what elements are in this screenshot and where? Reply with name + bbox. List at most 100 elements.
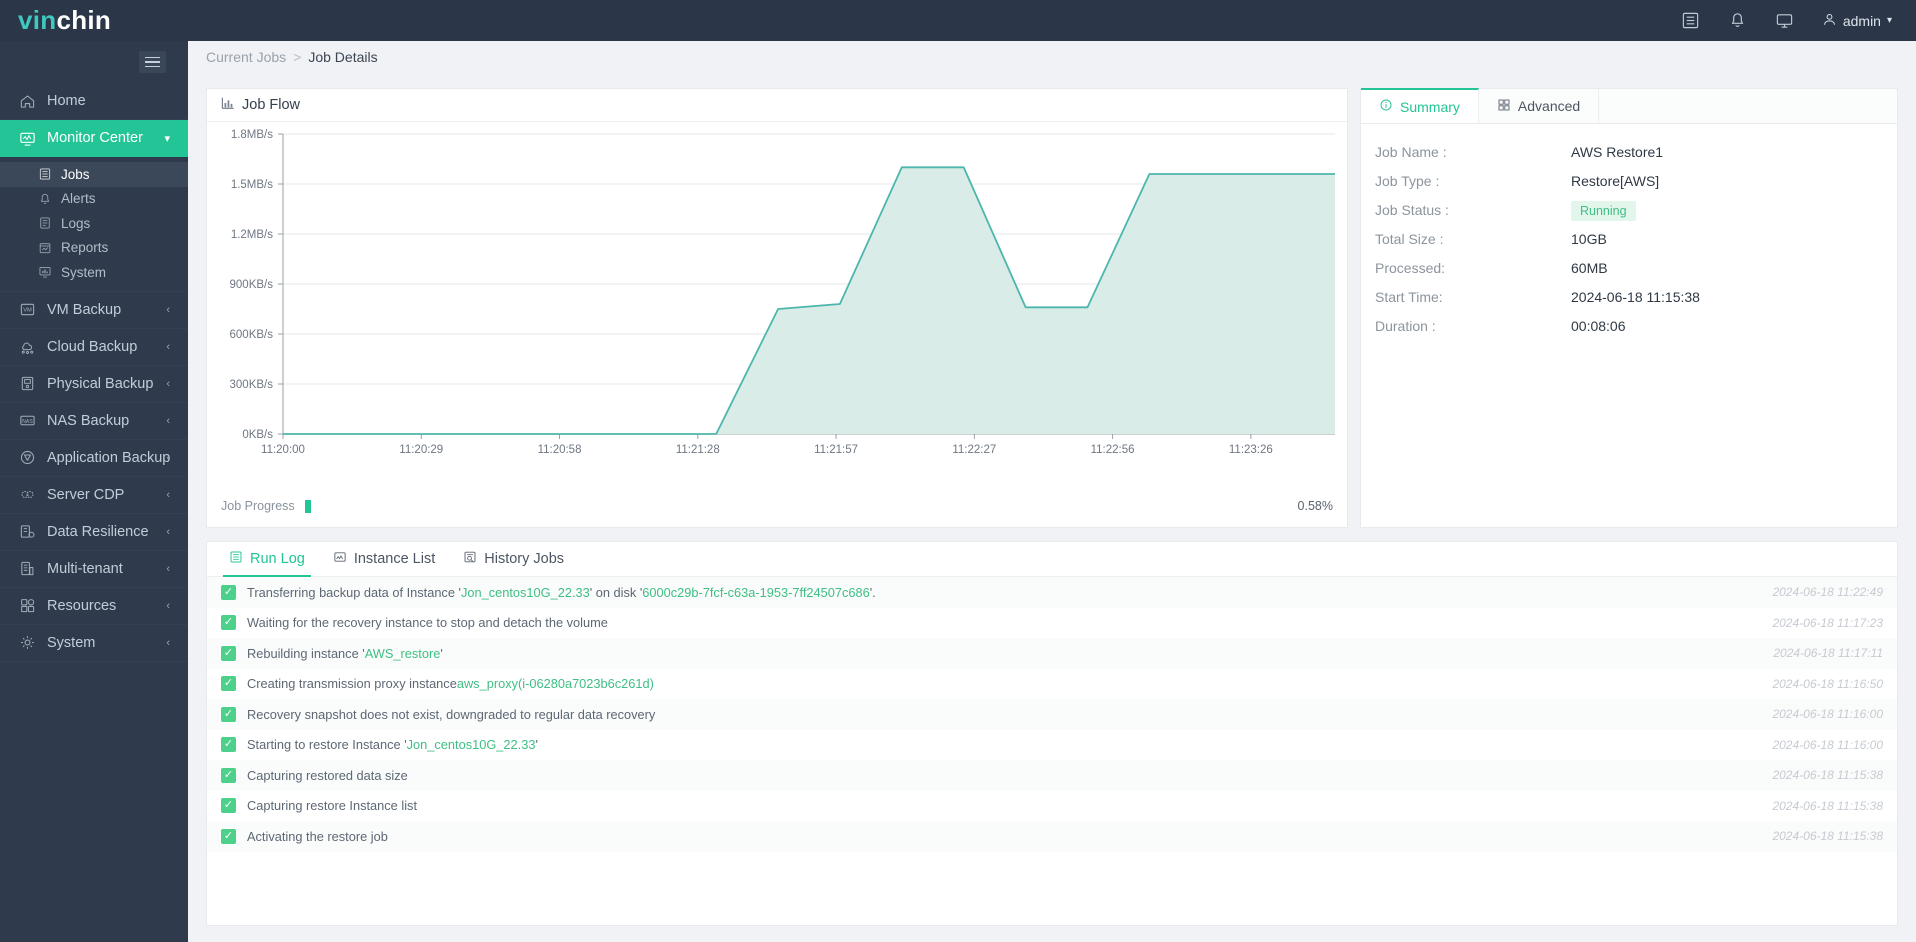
- summary-field: Job Type : Restore[AWS]: [1375, 166, 1897, 195]
- summary-field-key: Duration :: [1375, 317, 1436, 334]
- chevron-right-icon: ‹: [166, 377, 170, 390]
- sidebar-item-system[interactable]: System ‹: [0, 625, 188, 662]
- runlog-icon: [229, 550, 243, 568]
- log-row: ✓ Activating the restore job 2024-06-18 11…: [207, 821, 1897, 852]
- grid-icon: [1497, 98, 1511, 115]
- sidebar-collapse-row: [0, 41, 188, 83]
- sidebar-submenu: Jobs Alerts Logs Reports System: [0, 157, 188, 292]
- tab-summary[interactable]: Summary: [1361, 88, 1479, 123]
- logs-icon: [36, 216, 54, 230]
- sidebar-subitem-alerts[interactable]: Alerts: [0, 187, 188, 212]
- tab-run-log[interactable]: Run Log: [215, 550, 319, 577]
- success-check-icon: ✓: [221, 737, 236, 753]
- log-message: Creating transmission proxy instanceaws_…: [247, 676, 654, 692]
- sidebar-item-application-backup[interactable]: Application Backup ‹: [0, 440, 188, 477]
- svg-text:600KB/s: 600KB/s: [230, 329, 274, 341]
- tab-instance-list[interactable]: Instance List: [319, 550, 449, 576]
- resilience-icon: [16, 523, 38, 540]
- success-check-icon: ✓: [221, 676, 236, 692]
- sidebar-item-monitor-center[interactable]: Monitor Center ▾: [0, 120, 188, 157]
- system-monitor-icon: [36, 265, 54, 279]
- summary-field-key: Processed:: [1375, 259, 1446, 276]
- log-message: Rebuilding instance 'AWS_restore': [247, 645, 443, 661]
- summary-field: Total Size : 10GB: [1375, 224, 1897, 253]
- alerts-icon: [36, 192, 54, 206]
- summary-field-key: Start Time:: [1375, 288, 1443, 305]
- sidebar-item-label: Monitor Center: [47, 130, 143, 146]
- run-log-panel: Run Log Instance List History Jobs ✓ Transf…: [206, 541, 1898, 926]
- log-row: ✓ Capturing restore Instance list 2024-06-…: [207, 791, 1897, 822]
- user-name: admin: [1842, 12, 1881, 29]
- summary-field: Start Time: 2024-06-18 11:15:38: [1375, 282, 1897, 311]
- sidebar-subitem-reports[interactable]: Reports: [0, 236, 188, 261]
- breadcrumb: Current Jobs > Job Details: [188, 41, 1916, 73]
- bell-icon[interactable]: [1728, 11, 1747, 30]
- sidebar-item-cloud-backup[interactable]: Cloud Backup ‹: [0, 329, 188, 366]
- sidebar-subitem-jobs[interactable]: Jobs: [0, 162, 188, 187]
- sidebar-item-label: Physical Backup: [47, 375, 154, 392]
- sidebar-item-data-resilience[interactable]: Data Resilience ‹: [0, 514, 188, 551]
- tab-advanced[interactable]: Advanced: [1479, 89, 1600, 123]
- summary-tabs: Summary Advanced: [1361, 88, 1897, 124]
- success-check-icon: ✓: [221, 798, 236, 814]
- log-timestamp: 2024-06-18 11:17:23: [1772, 615, 1883, 630]
- status-badge: Running: [1571, 200, 1636, 221]
- sidebar-item-label: VM Backup: [47, 301, 122, 318]
- sidebar-item-vm-backup[interactable]: VM VM Backup ‹: [0, 292, 188, 329]
- summary-field-value: 00:08:06: [1571, 317, 1626, 334]
- log-row: ✓ Capturing restored data size 2024-06-18 …: [207, 760, 1897, 791]
- sidebar-subitem-label: System: [61, 264, 107, 280]
- summary-field-key: Job Type :: [1375, 172, 1440, 189]
- summary-field-value: Restore[AWS]: [1571, 172, 1660, 189]
- top-bar: vinchin admin ▾: [0, 0, 1916, 41]
- success-check-icon: ✓: [221, 645, 236, 661]
- tab-history-jobs[interactable]: History Jobs: [449, 550, 578, 576]
- home-icon: [16, 93, 38, 110]
- monitor-icon[interactable]: [1775, 11, 1794, 30]
- svg-text:11:20:29: 11:20:29: [399, 444, 443, 456]
- svg-text:11:22:56: 11:22:56: [1091, 444, 1135, 456]
- server-icon: [16, 375, 38, 392]
- sidebar-subitem-label: Reports: [61, 240, 109, 256]
- log-timestamp: 2024-06-18 11:15:38: [1772, 829, 1883, 844]
- chevron-down-icon: ▾: [1886, 15, 1892, 26]
- success-check-icon: ✓: [221, 706, 236, 722]
- chevron-right-icon: ‹: [166, 488, 170, 501]
- user-menu[interactable]: admin ▾: [1822, 12, 1892, 30]
- breadcrumb-parent[interactable]: Current Jobs: [206, 49, 286, 65]
- sidebar-item-server-cdp[interactable]: Server CDP ‹: [0, 477, 188, 514]
- job-progress-bar[interactable]: [304, 499, 1288, 513]
- avatar-icon: [1822, 12, 1837, 30]
- hamburger-icon[interactable]: [139, 51, 166, 73]
- svg-text:300KB/s: 300KB/s: [230, 379, 274, 391]
- job-flow-panel: Job Flow 1.8MB/s 1.5MB/s 1.2MB/s 900KB/s 600…: [206, 88, 1348, 528]
- summary-field: Job Status : Running: [1375, 195, 1897, 224]
- svg-text:0KB/s: 0KB/s: [242, 429, 273, 441]
- resources-icon: [16, 597, 38, 614]
- summary-field-value: AWS Restore1: [1571, 143, 1664, 160]
- sidebar-subitem-system[interactable]: System: [0, 260, 188, 285]
- sidebar-item-home[interactable]: Home: [0, 83, 188, 120]
- list-icon[interactable]: [1681, 11, 1700, 30]
- sidebar-subitem-logs[interactable]: Logs: [0, 211, 188, 236]
- chart-icon: [221, 96, 235, 114]
- vm-icon: VM: [16, 301, 38, 318]
- log-row: ✓ Transferring backup data of Instance 'J…: [207, 577, 1897, 608]
- summary-panel: Summary Advanced Job Name : AWS Restore1 Jo…: [1360, 88, 1898, 528]
- breadcrumb-separator: >: [293, 49, 302, 65]
- sidebar-item-multi-tenant[interactable]: Multi-tenant ‹: [0, 551, 188, 588]
- sidebar-item-nas-backup[interactable]: NAS NAS Backup ‹: [0, 403, 188, 440]
- reports-icon: [36, 241, 54, 255]
- success-check-icon: ✓: [221, 828, 236, 844]
- summary-field: Duration : 00:08:06: [1375, 311, 1897, 340]
- log-timestamp: 2024-06-18 11:16:00: [1772, 707, 1883, 722]
- svg-text:11:20:00: 11:20:00: [261, 444, 305, 456]
- sidebar-item-label: Data Resilience: [47, 523, 149, 540]
- log-message: Starting to restore Instance 'Jon_centos…: [247, 737, 538, 753]
- run-log-list: ✓ Transferring backup data of Instance 'J…: [207, 577, 1897, 852]
- chevron-right-icon: ‹: [166, 562, 170, 575]
- log-timestamp: 2024-06-18 11:22:49: [1772, 585, 1883, 600]
- summary-fields: Job Name : AWS Restore1 Job Type : Restore[…: [1361, 124, 1897, 340]
- sidebar-item-physical-backup[interactable]: Physical Backup ‹: [0, 366, 188, 403]
- sidebar-item-resources[interactable]: Resources ‹: [0, 588, 188, 625]
